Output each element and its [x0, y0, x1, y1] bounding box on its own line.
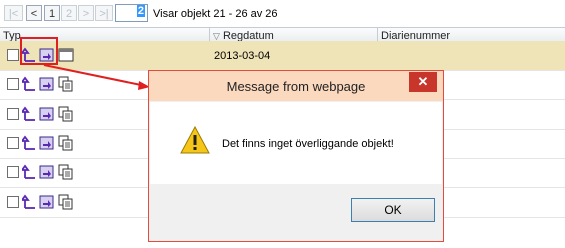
ok-button[interactable]: OK — [351, 198, 435, 222]
warning-icon — [180, 126, 210, 154]
dialog-body: Det finns inget överliggande objekt! — [150, 102, 442, 184]
dialog-message: Det finns inget överliggande objekt! — [222, 138, 394, 150]
dialog-title-bar[interactable]: Message from webpage ✕ — [149, 71, 443, 101]
dialog-title: Message from webpage — [226, 79, 366, 94]
message-dialog: Message from webpage ✕ Det finns inget ö… — [148, 70, 444, 242]
close-icon[interactable]: ✕ — [409, 72, 437, 92]
